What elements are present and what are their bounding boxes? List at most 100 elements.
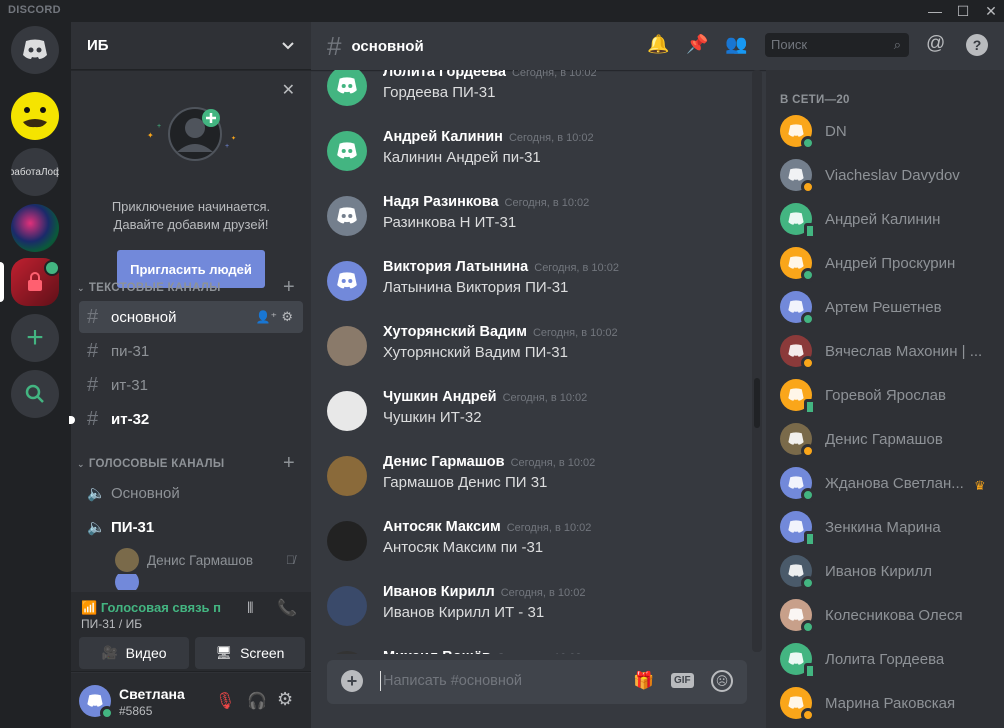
add-voice-channel-button[interactable]: +: [283, 452, 295, 475]
channel-it-32[interactable]: # ит-32: [79, 403, 303, 435]
gift-icon[interactable]: 🎁: [633, 671, 654, 691]
message-author[interactable]: Чушкин Андрей Сегодня, в 10:02: [383, 389, 587, 405]
member-name: DN: [825, 122, 847, 140]
minimize-button[interactable]: —: [920, 0, 950, 22]
svg-text:✦: ✦: [231, 135, 236, 142]
message-author[interactable]: Михаил ВощёвСегодня, в 10:02: [383, 649, 582, 654]
member-item[interactable]: Иванов Кирилл: [780, 551, 1000, 591]
avatar[interactable]: [327, 131, 367, 171]
message-text: Латынина Виктория ПИ-31: [383, 279, 569, 296]
member-item[interactable]: Зенкина Марина: [780, 507, 1000, 547]
screen-share-button[interactable]: 🖥 Screen: [195, 637, 305, 669]
idle-status-icon: [801, 708, 815, 722]
scrollbar-thumb[interactable]: [754, 378, 760, 428]
username: Светлана: [119, 686, 185, 702]
member-list-icon[interactable]: 👥: [725, 34, 747, 55]
avatar[interactable]: [327, 326, 367, 366]
member-item[interactable]: Viacheslav Davydov: [780, 155, 1000, 195]
member-item[interactable]: Артем Решетнев: [780, 287, 1000, 327]
gif-button[interactable]: GIF: [671, 673, 694, 688]
headphones-muted-icon[interactable]: 🎧: [247, 691, 267, 711]
video-button[interactable]: 🎥 Видео: [79, 637, 189, 669]
avatar[interactable]: [327, 456, 367, 496]
message-composer[interactable]: + Написать #основной 🎁 GIF ☹: [327, 660, 747, 704]
explore-servers-button[interactable]: [11, 370, 59, 418]
message-author[interactable]: Виктория Латынина Сегодня, в 10:02: [383, 259, 619, 275]
timestamp: Сегодня, в 10:02: [500, 587, 586, 599]
emoji-icon[interactable]: ☹: [711, 670, 733, 692]
close-icon[interactable]: ✕: [282, 80, 295, 100]
avatar[interactable]: [327, 586, 367, 626]
member-item[interactable]: Колесникова Олеся: [780, 595, 1000, 635]
avatar[interactable]: [327, 521, 367, 561]
gear-icon[interactable]: ⚙: [281, 309, 293, 325]
member-item[interactable]: Горевой Ярослав: [780, 375, 1000, 415]
discord-window: DISCORD — ☐ ✕ работаЛоф + ИБ ✕ ✦ + + ✦ П…: [0, 0, 1004, 728]
text-channels-category[interactable]: ⌄ ТЕКСТОВЫЕ КАНАЛЫ +: [71, 276, 311, 299]
close-window-button[interactable]: ✕: [976, 0, 1004, 22]
member-item[interactable]: Жданова Светлан...: [780, 463, 1000, 503]
message-author[interactable]: Иванов Кирилл Сегодня, в 10:02: [383, 584, 585, 600]
avatar: [780, 247, 815, 282]
scrollbar[interactable]: [752, 70, 762, 652]
home-button[interactable]: [11, 26, 59, 74]
channel-pi-31[interactable]: # пи-31: [79, 335, 303, 367]
member-name: Денис Гармашов: [825, 430, 943, 448]
add-text-channel-button[interactable]: +: [283, 276, 295, 299]
member-item[interactable]: Андрей Калинин: [780, 199, 1000, 239]
member-item[interactable]: Лолита Гордеева: [780, 639, 1000, 679]
guild-smiley[interactable]: [11, 92, 59, 140]
voice-user[interactable]: Денис Гармашов 🎙̸: [115, 546, 303, 574]
member-item[interactable]: Денис Гармашов: [780, 419, 1000, 459]
message: Антосяк Максим Сегодня, в 10:02 Антосяк Ма…: [327, 519, 747, 581]
avatar[interactable]: [327, 391, 367, 431]
invite-user-icon[interactable]: 👤⁺: [256, 310, 277, 324]
avatar[interactable]: [327, 70, 367, 106]
message-author[interactable]: Денис Гармашов Сегодня, в 10:02: [383, 454, 595, 470]
message-author[interactable]: Надя Разинкова Сегодня, в 10:02: [383, 194, 589, 210]
avatar: [780, 643, 816, 679]
avatar[interactable]: [327, 196, 367, 236]
voice-channels-category[interactable]: ⌄ ГОЛОСОВЫЕ КАНАЛЫ +: [71, 452, 311, 475]
help-icon[interactable]: ?: [966, 34, 988, 56]
member-name: Лолита Гордеева: [825, 650, 945, 668]
message-author[interactable]: Лолита Гордеева Сегодня, в 10:02: [383, 70, 597, 80]
avatar[interactable]: [79, 685, 114, 720]
mic-muted-icon[interactable]: 🎙: [215, 691, 235, 711]
message-author[interactable]: Андрей Калинин Сегодня, в 10:02: [383, 129, 594, 145]
channel-it-31[interactable]: # ит-31: [79, 369, 303, 401]
member-name: Артем Решетнев: [825, 298, 942, 316]
maximize-button[interactable]: ☐: [948, 0, 978, 22]
sound-bars-icon[interactable]: ⦀: [247, 600, 254, 617]
guild-rabota[interactable]: работаЛоф: [11, 148, 59, 196]
gear-icon[interactable]: ⚙: [277, 689, 293, 710]
message-input[interactable]: Написать #основной: [383, 673, 522, 689]
voice-channel-pi-31[interactable]: 🔈 ПИ-31: [79, 511, 303, 543]
member-item[interactable]: Андрей Проскурин: [780, 243, 1000, 283]
bell-icon[interactable]: 🔔: [647, 34, 669, 55]
voice-user[interactable]: [115, 574, 303, 590]
channel-osnovnoy[interactable]: # основной 👤⁺ ⚙: [79, 301, 303, 333]
timestamp: Сегодня, в 10:02: [510, 457, 596, 469]
avatar: [780, 687, 815, 722]
upload-plus-icon[interactable]: +: [341, 670, 363, 692]
search-input[interactable]: Поиск ⌕: [765, 33, 909, 57]
avatar[interactable]: [327, 651, 367, 654]
disconnect-icon[interactable]: 📞: [277, 598, 297, 618]
message-author[interactable]: Антосяк Максим Сегодня, в 10:02: [383, 519, 591, 535]
member-item[interactable]: DN: [780, 111, 1000, 151]
guild-abstract[interactable]: [11, 204, 59, 252]
add-server-button[interactable]: +: [11, 314, 59, 362]
voice-location[interactable]: ПИ-31 / ИБ: [81, 617, 142, 631]
member-item[interactable]: Вячеслав Махонин | ...: [780, 331, 1000, 371]
voice-channel-osnovnoy[interactable]: 🔈 Основной: [79, 477, 303, 509]
pin-icon[interactable]: 📌: [686, 34, 708, 55]
server-header[interactable]: ИБ: [71, 22, 311, 70]
screen-icon: 🖥: [215, 645, 233, 660]
avatar[interactable]: [327, 261, 367, 301]
mention-icon[interactable]: @: [926, 33, 945, 55]
member-item[interactable]: Марина Раковская: [780, 683, 1000, 723]
discord-logo-icon: [337, 272, 357, 289]
discord-logo-icon: [788, 256, 804, 269]
message-author[interactable]: Хуторянский Вадим Сегодня, в 10:02: [383, 324, 618, 340]
